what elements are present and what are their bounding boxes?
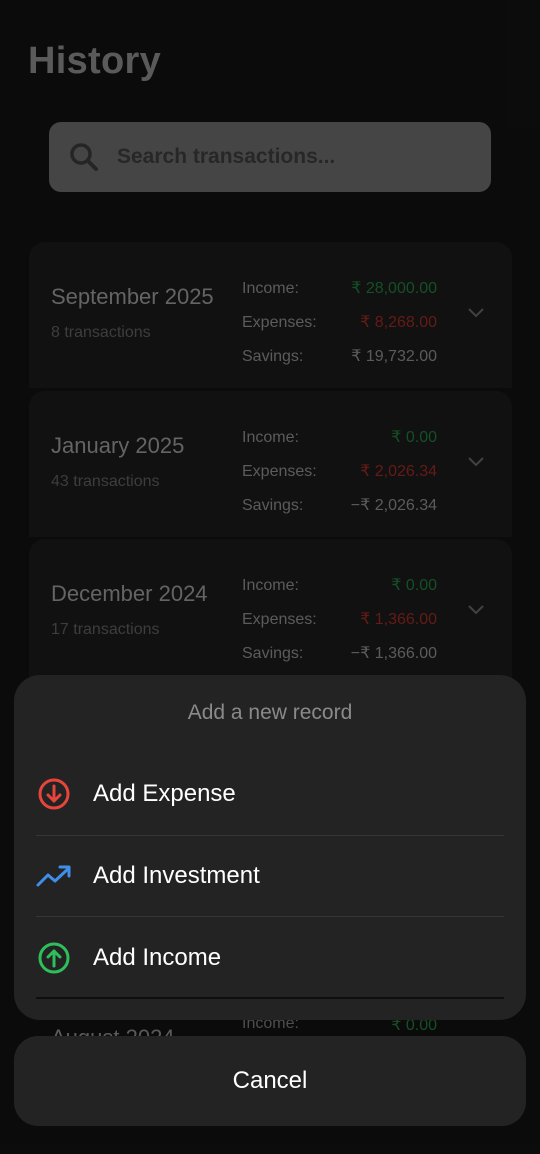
divider bbox=[36, 997, 504, 999]
add-expense-label: Add Expense bbox=[93, 780, 236, 807]
cancel-button[interactable]: Cancel bbox=[14, 1036, 526, 1126]
add-income-option[interactable]: Add Income bbox=[36, 918, 504, 998]
add-investment-label: Add Investment bbox=[93, 862, 260, 889]
add-expense-option[interactable]: Add Expense bbox=[36, 754, 504, 834]
divider bbox=[36, 916, 504, 917]
sheet-title: Add a new record bbox=[187, 701, 353, 724]
add-income-label: Add Income bbox=[93, 944, 222, 971]
arrow-up-circle-icon bbox=[36, 940, 72, 976]
arrow-down-circle-icon bbox=[36, 776, 72, 812]
trending-up-icon bbox=[36, 858, 72, 894]
add-investment-option[interactable]: Add Investment bbox=[36, 836, 504, 916]
add-record-sheet: Add a new record Add Expense Add Investm… bbox=[14, 675, 526, 1020]
